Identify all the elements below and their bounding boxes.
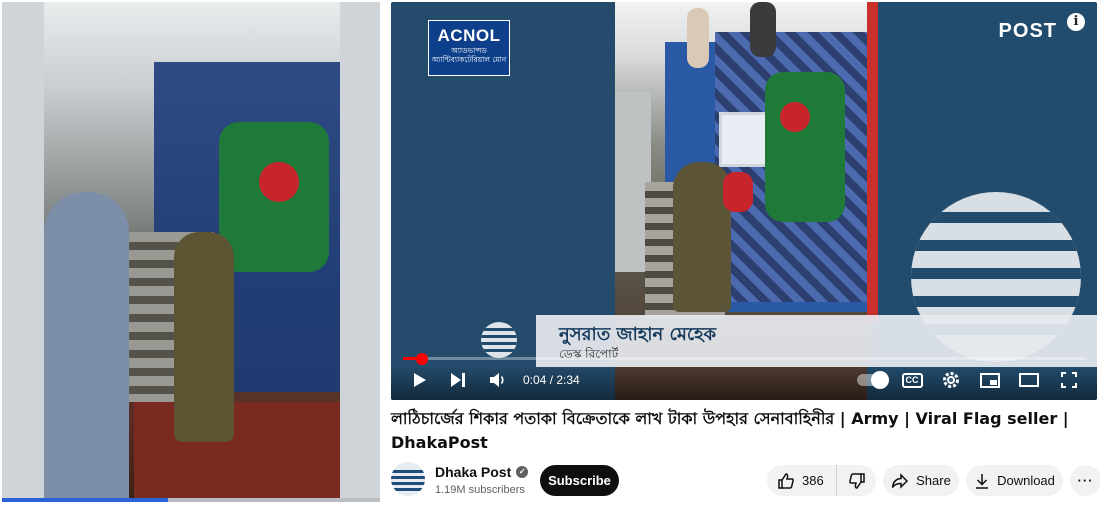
red-accent-bar bbox=[867, 2, 878, 322]
channel-avatar[interactable] bbox=[391, 462, 425, 496]
channel-name-row[interactable]: Dhaka Post ✓ bbox=[435, 464, 529, 480]
progress-bar[interactable] bbox=[403, 357, 1085, 360]
share-label: Share bbox=[916, 473, 951, 488]
next-icon[interactable] bbox=[449, 371, 467, 389]
miniplayer-icon[interactable] bbox=[979, 372, 1001, 388]
like-button[interactable]: 386 bbox=[767, 465, 837, 496]
progress-scrubber[interactable] bbox=[416, 353, 428, 365]
lower-third-globe-icon bbox=[481, 322, 517, 358]
dislike-button[interactable] bbox=[837, 465, 876, 496]
download-label: Download bbox=[997, 473, 1055, 488]
post-logo: POST bbox=[998, 20, 1057, 42]
reporter-role: ডেস্ক রিপোর্ট bbox=[559, 347, 619, 361]
more-actions-button[interactable]: ··· bbox=[1070, 465, 1100, 496]
settings-gear-icon[interactable] bbox=[941, 370, 961, 390]
channel-name[interactable]: Dhaka Post bbox=[435, 464, 511, 480]
thumbnail-progress-bar bbox=[2, 498, 380, 502]
download-icon bbox=[976, 473, 989, 489]
info-icon[interactable]: i bbox=[1067, 13, 1085, 31]
subscribe-button[interactable]: Subscribe bbox=[540, 465, 619, 496]
subscriber-count: 1.19M subscribers bbox=[435, 484, 525, 496]
share-arrow-icon bbox=[891, 472, 909, 489]
volume-icon[interactable] bbox=[488, 371, 508, 389]
like-dislike-group: 386 bbox=[767, 465, 876, 496]
play-icon[interactable] bbox=[411, 371, 429, 389]
time-display: 0:04 / 2:34 bbox=[523, 373, 580, 387]
download-button[interactable]: Download bbox=[966, 465, 1063, 496]
acnol-logo: ACNOL অ্যাডভান্সড অ্যান্টিব্যাকটেরিয়াল … bbox=[428, 20, 510, 76]
video-player[interactable]: ACNOL অ্যাডভান্সড অ্যান্টিব্যাকটেরিয়াল … bbox=[391, 2, 1097, 400]
left-video-thumbnail[interactable] bbox=[2, 2, 380, 502]
theater-mode-icon[interactable] bbox=[1018, 372, 1040, 388]
verified-check-icon: ✓ bbox=[516, 466, 529, 478]
autoplay-toggle[interactable] bbox=[857, 371, 889, 389]
thumbnail-scene bbox=[44, 2, 340, 500]
share-button[interactable]: Share bbox=[883, 465, 959, 496]
fullscreen-icon[interactable] bbox=[1060, 371, 1078, 389]
thumbs-up-icon bbox=[778, 472, 794, 489]
captions-icon[interactable]: CC bbox=[901, 372, 923, 388]
like-count: 386 bbox=[802, 473, 824, 488]
thumbs-down-icon bbox=[848, 472, 865, 489]
video-title: লাঠিচার্জের শিকার পতাকা বিক্রেতাকে লাখ ট… bbox=[391, 409, 1069, 452]
